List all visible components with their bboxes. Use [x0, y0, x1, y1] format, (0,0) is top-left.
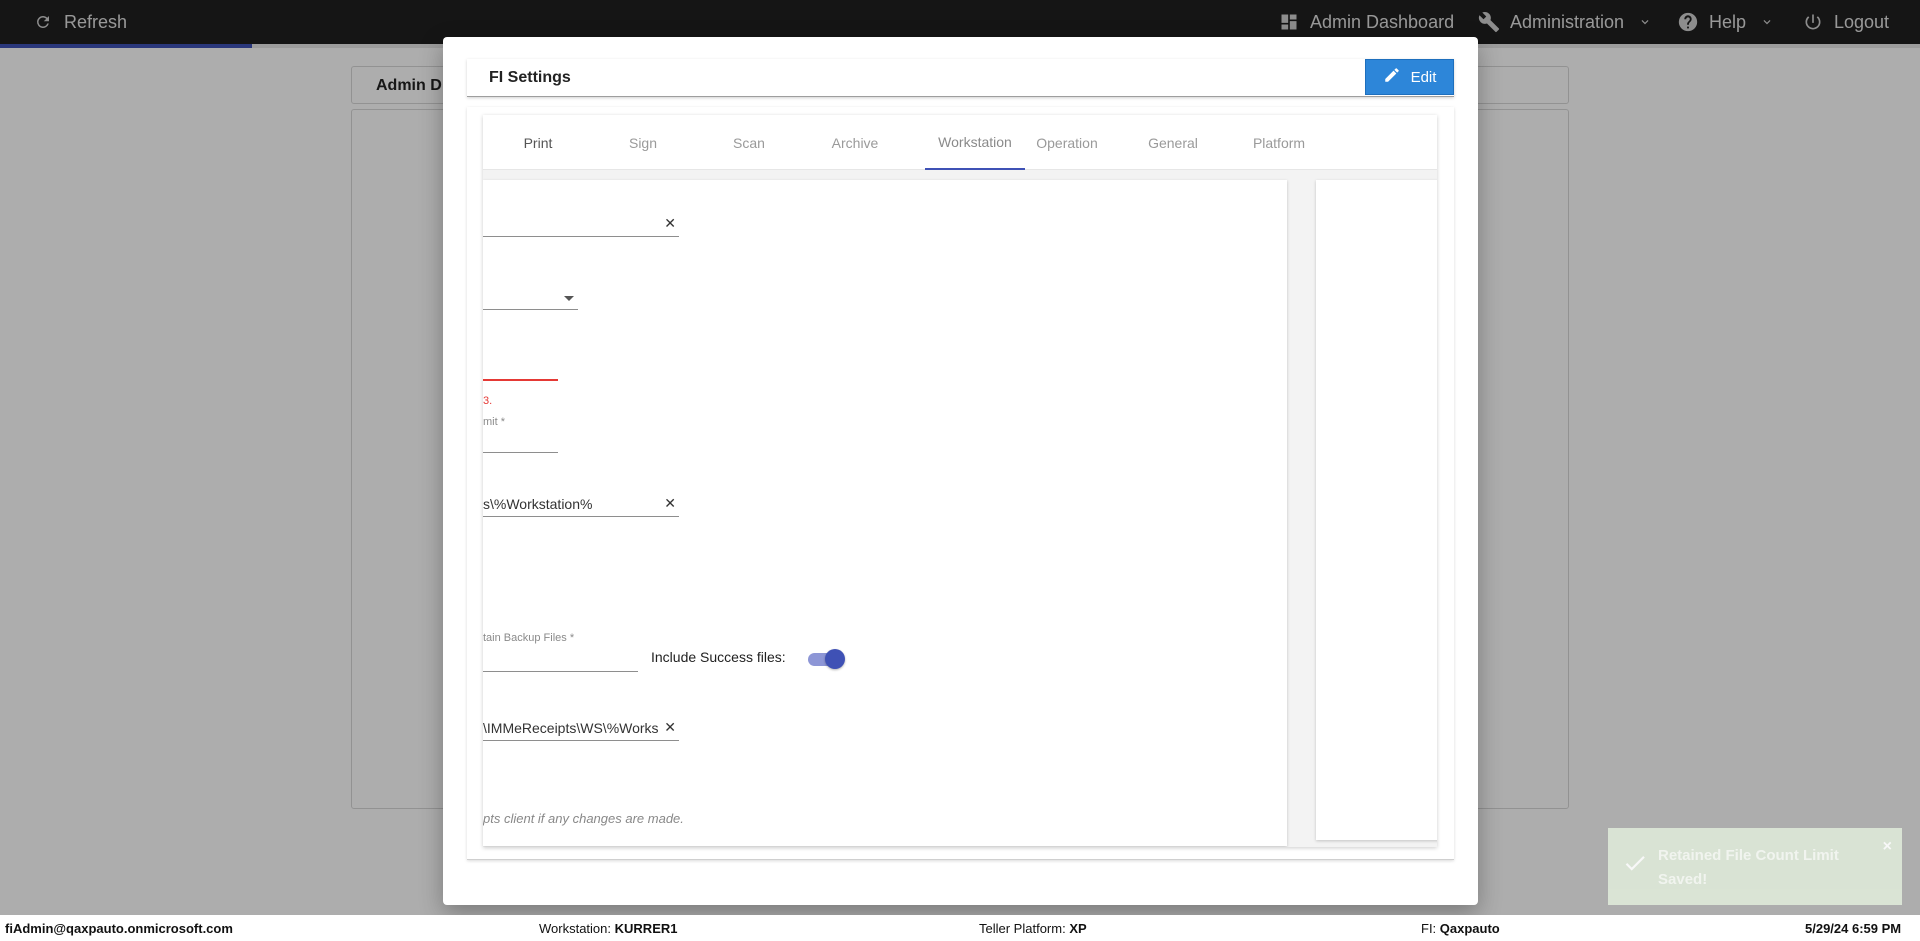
fi-settings-dialog: FI Settings Edit Print Sign Scan Archive… — [443, 37, 1478, 905]
backup-files-field[interactable] — [483, 644, 638, 672]
limit-field[interactable] — [483, 427, 558, 453]
workstation-text-field[interactable]: ✕ — [483, 211, 679, 237]
settings-panel-inner: Print Sign Scan Archive Workstation Oper… — [483, 115, 1437, 847]
clear-icon[interactable]: ✕ — [664, 719, 676, 736]
status-workstation: Workstation: KURRER1 — [539, 921, 677, 936]
tab-operation[interactable]: Operation — [1017, 115, 1117, 170]
workstation-path-field[interactable]: s\%Workstation% ✕ — [483, 491, 679, 517]
tab-label: General — [1148, 134, 1198, 151]
edit-label: Edit — [1410, 68, 1437, 86]
retained-count-field[interactable] — [483, 355, 558, 381]
caret-down-icon — [564, 296, 574, 301]
toast-close-button[interactable]: × — [1883, 838, 1892, 856]
tab-scan[interactable]: Scan — [699, 115, 799, 170]
tab-label: Print — [523, 134, 553, 151]
user-email: fiAdmin@qaxpauto.onmicrosoft.com — [5, 921, 233, 936]
status-fi: FI: Qaxpauto — [1421, 921, 1500, 936]
settings-tabs: Print Sign Scan Archive Workstation Oper… — [483, 115, 1437, 170]
tab-label: Archive — [831, 134, 879, 151]
include-success-toggle[interactable] — [808, 649, 845, 669]
receipts-path-field[interactable]: \IMMeReceipts\WS\%Works ✕ — [483, 715, 679, 741]
tab-workstation[interactable]: Workstation — [925, 115, 1025, 170]
toast-message: Retained File Count Limit Saved! — [1658, 847, 1839, 888]
tab-label: Workstation — [938, 133, 1012, 150]
workstation-value: KURRER1 — [614, 921, 678, 936]
settings-panel: Print Sign Scan Archive Workstation Oper… — [467, 107, 1454, 860]
clear-icon[interactable]: ✕ — [664, 215, 676, 232]
success-toast: Retained File Count Limit Saved! × — [1608, 828, 1902, 905]
tab-label: Platform — [1252, 134, 1306, 151]
tab-general[interactable]: General — [1123, 115, 1223, 170]
include-success-label: Include Success files: — [651, 649, 786, 665]
dialog-title: FI Settings — [489, 69, 571, 86]
tab-archive[interactable]: Archive — [805, 115, 905, 170]
tab-sign[interactable]: Sign — [593, 115, 693, 170]
datetime-value: 5/29/24 6:59 PM — [1805, 921, 1902, 936]
clear-icon[interactable]: ✕ — [664, 495, 676, 512]
side-panel — [1316, 180, 1437, 840]
dialog-header: FI Settings Edit — [467, 59, 1454, 97]
tab-label: Operation — [1036, 134, 1098, 151]
edit-button[interactable]: Edit — [1365, 59, 1454, 95]
platform-value: XP — [1069, 921, 1087, 936]
workstation-label: Workstation: — [539, 921, 612, 936]
backup-files-label: tain Backup Files * — [483, 632, 575, 644]
validation-error: 3. — [483, 395, 493, 407]
pencil-icon — [1383, 66, 1401, 88]
workstation-select[interactable] — [483, 284, 578, 310]
tab-platform[interactable]: Platform — [1229, 115, 1329, 170]
platform-label: Teller Platform: — [979, 921, 1066, 936]
tab-print[interactable]: Print — [488, 115, 588, 170]
status-bar: fiAdmin@qaxpauto.onmicrosoft.com Worksta… — [0, 915, 1920, 941]
status-datetime: 5/29/24 6:59 PM — [1805, 921, 1901, 936]
status-user: fiAdmin@qaxpauto.onmicrosoft.com — [5, 921, 233, 936]
check-icon — [1622, 850, 1648, 881]
fi-value: Qaxpauto — [1439, 921, 1500, 936]
receipts-path-value: \IMMeReceipts\WS\%Works — [483, 720, 659, 736]
status-platform: Teller Platform: XP — [979, 921, 1087, 936]
fi-label: FI: — [1421, 921, 1437, 936]
tab-content: ✕ 3. mit * s\%Workstation% ✕ tain Backup… — [483, 170, 1437, 847]
tab-label: Scan — [733, 134, 765, 151]
workstation-form: ✕ 3. mit * s\%Workstation% ✕ tain Backup… — [483, 180, 1287, 846]
toggle-thumb — [825, 649, 845, 669]
path-value: s\%Workstation% — [483, 496, 593, 512]
restart-hint: pts client if any changes are made. — [483, 811, 684, 826]
tab-label: Sign — [628, 134, 658, 151]
